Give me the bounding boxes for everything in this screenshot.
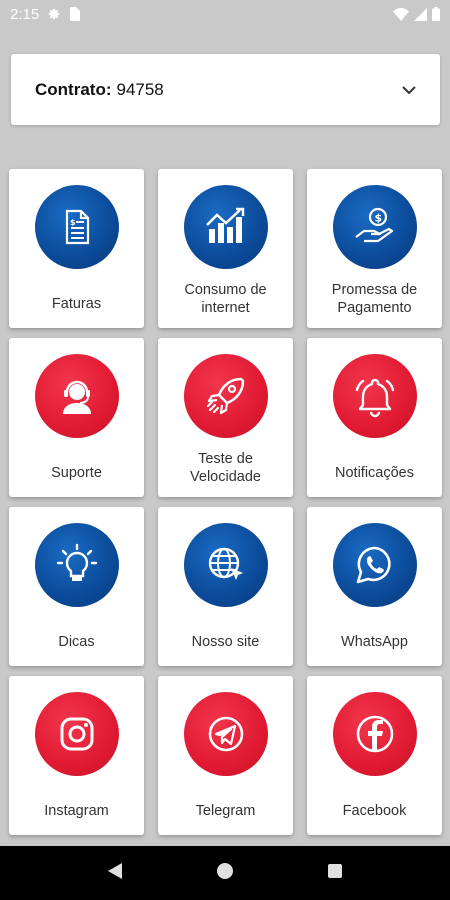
facebook-icon (332, 692, 417, 776)
tile-promessa-pagamento[interactable]: $ Promessa de Pagamento (307, 169, 442, 328)
sim-card-icon (69, 7, 81, 21)
contract-label: Contrato: (35, 79, 112, 99)
chevron-down-icon[interactable] (402, 80, 416, 100)
tile-label: Telegram (195, 803, 256, 819)
tile-label: Dicas (58, 634, 95, 650)
status-bar: 2:15 (0, 0, 450, 28)
svg-text:$: $ (374, 212, 382, 225)
hand-coin-icon: $ (332, 185, 417, 269)
instagram-icon (34, 692, 119, 776)
contract-selector[interactable]: Contrato: 94758 (11, 54, 440, 125)
battery-icon (432, 7, 440, 21)
tile-facebook[interactable]: Facebook (307, 676, 442, 835)
tile-label: Promessa de Pagamento (331, 282, 418, 316)
tile-dicas[interactable]: Dicas (9, 507, 144, 666)
tile-label: Instagram (44, 803, 109, 819)
rocket-icon (183, 354, 268, 438)
tile-consumo-internet[interactable]: Consumo de internet (158, 169, 293, 328)
menu-grid: $ Faturas Consumo de internet $ Promessa… (9, 169, 443, 835)
tile-label: Facebook (342, 803, 407, 819)
recents-icon[interactable] (327, 863, 343, 884)
support-agent-icon (34, 354, 119, 438)
signal-icon (414, 7, 427, 21)
tile-faturas[interactable]: $ Faturas (9, 169, 144, 328)
tile-label: WhatsApp (341, 634, 408, 650)
svg-text:$: $ (70, 218, 76, 227)
tile-notificacoes[interactable]: Notificações (307, 338, 442, 497)
globe-cursor-icon (183, 523, 268, 607)
tile-label: Teste de Velocidade (190, 451, 261, 485)
navigation-bar (0, 846, 450, 900)
status-time: 2:15 (10, 5, 40, 23)
tile-nosso-site[interactable]: Nosso site (158, 507, 293, 666)
telegram-icon (183, 692, 268, 776)
back-icon[interactable] (107, 862, 123, 885)
chart-growth-icon (183, 185, 268, 269)
wifi-icon (393, 7, 409, 21)
bell-icon (332, 354, 417, 438)
settings-icon (47, 7, 61, 21)
tile-label: Notificações (335, 465, 414, 481)
tile-label: Consumo de internet (184, 282, 267, 316)
tile-suporte[interactable]: Suporte (9, 338, 144, 497)
tile-label: Suporte (51, 465, 102, 481)
contract-number: 94758 (116, 79, 164, 99)
tile-teste-velocidade[interactable]: Teste de Velocidade (158, 338, 293, 497)
lightbulb-icon (34, 523, 119, 607)
invoice-icon: $ (34, 185, 119, 269)
tile-telegram[interactable]: Telegram (158, 676, 293, 835)
tile-whatsapp[interactable]: WhatsApp (307, 507, 442, 666)
whatsapp-icon (332, 523, 417, 607)
tile-instagram[interactable]: Instagram (9, 676, 144, 835)
home-icon[interactable] (216, 862, 234, 885)
tile-label: Nosso site (191, 634, 260, 650)
tile-label: Faturas (51, 296, 102, 312)
